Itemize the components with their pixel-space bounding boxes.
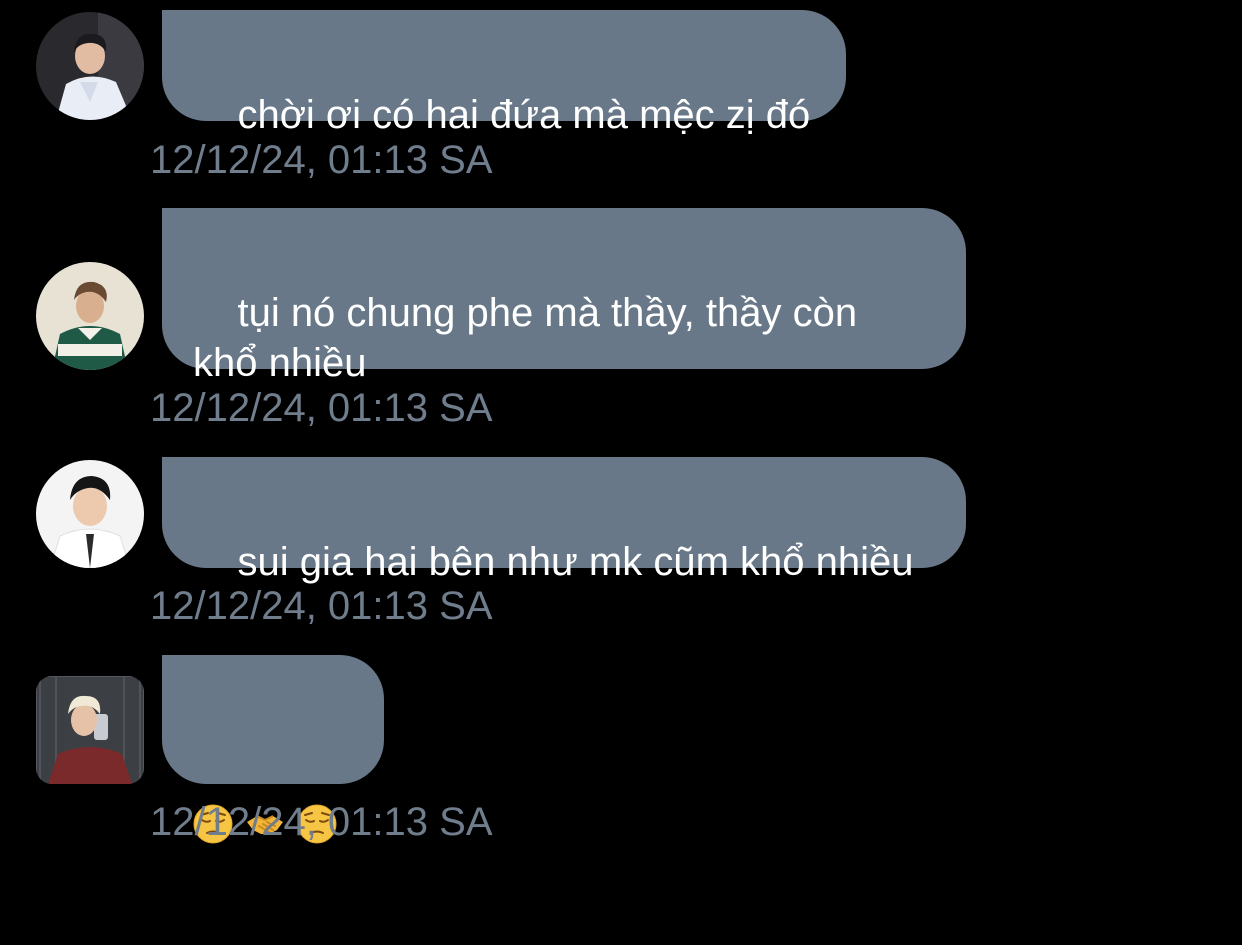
message-timestamp: 12/12/24, 01:13 SA [150, 584, 493, 628]
message-bubble[interactable]: chời ơi có hai đứa mà mệc zị đó [162, 10, 846, 137]
avatar-image [36, 262, 144, 370]
sender-avatar[interactable] [36, 460, 144, 568]
message-timestamp: 12/12/24, 01:13 SA [150, 800, 493, 844]
sender-avatar[interactable] [36, 12, 144, 120]
message-text: sui gia hai bên như mk cũm khổ nhiều [237, 540, 914, 584]
avatar-image [36, 676, 144, 784]
message-bubble[interactable]: sui gia hai bên như mk cũm khổ nhiều [162, 457, 966, 584]
sender-avatar[interactable] [36, 262, 144, 370]
sender-avatar[interactable] [36, 676, 144, 784]
message-text: tụi nó chung phe mà thầy, thầy còn khổ n… [193, 291, 858, 385]
message-bubble[interactable]: tụi nó chung phe mà thầy, thầy còn khổ n… [162, 208, 966, 385]
avatar-image [36, 460, 144, 568]
message-text: chời ơi có hai đứa mà mệc zị đó [237, 93, 811, 137]
avatar-image [36, 12, 144, 120]
message-timestamp: 12/12/24, 01:13 SA [150, 138, 493, 182]
message-bubble[interactable] [162, 655, 384, 844]
message-timestamp: 12/12/24, 01:13 SA [150, 386, 493, 430]
